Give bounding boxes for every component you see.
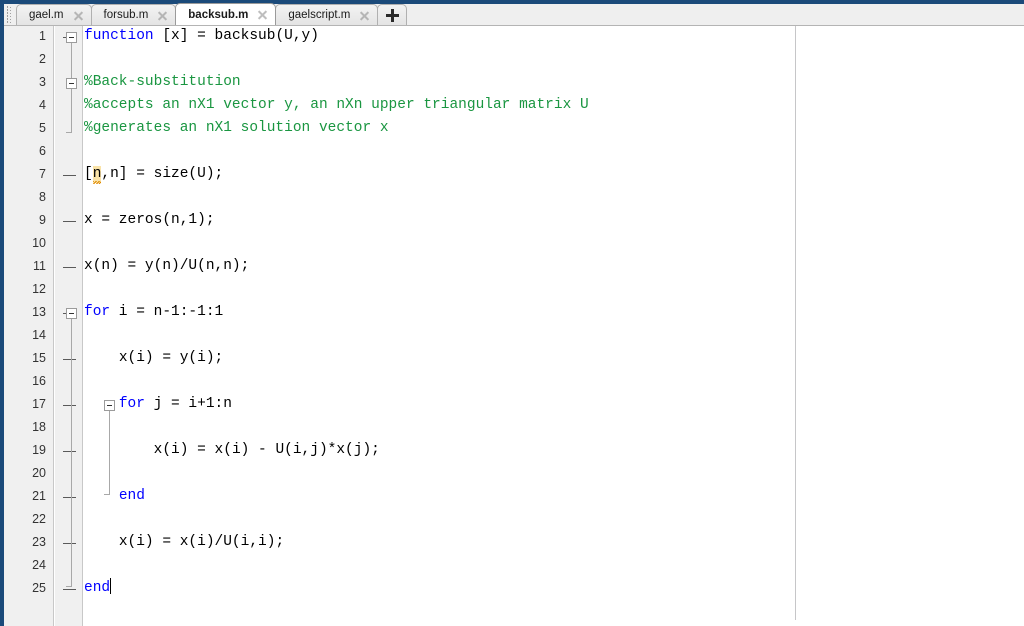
- code-token: i = n-1:-1:1: [110, 304, 224, 320]
- breakpoint-marker[interactable]: —: [63, 577, 76, 600]
- line-number: 10: [32, 236, 46, 250]
- tab-label: forsub.m: [103, 9, 149, 21]
- line-number: 21: [32, 489, 46, 503]
- keyword-token: for: [84, 304, 111, 320]
- line-number: 11: [33, 259, 46, 273]
- line-number: 13: [32, 305, 46, 319]
- code-line[interactable]: %accepts an nX1 vector y, an nXn upper t…: [84, 94, 589, 117]
- breakpoint-marker[interactable]: —: [63, 531, 76, 554]
- line-number: 19: [32, 443, 46, 457]
- breakpoint-marker[interactable]: —: [63, 485, 76, 508]
- close-icon[interactable]: [156, 9, 169, 22]
- code-line[interactable]: %Back-substitution: [84, 71, 241, 94]
- breakpoint-marker[interactable]: —: [63, 209, 76, 232]
- editor-tab-gaelscript-m[interactable]: gaelscript.m: [275, 4, 379, 25]
- code-token: x(i) = y(i);: [118, 350, 224, 366]
- code-line[interactable]: end: [84, 485, 145, 508]
- breakpoint-marker[interactable]: —: [63, 393, 76, 416]
- line-number: 14: [32, 328, 46, 342]
- keyword-token: for: [118, 396, 145, 412]
- line-number: 5: [39, 121, 46, 135]
- line-number: 6: [39, 144, 46, 158]
- code-line[interactable]: for j = i+1:n: [84, 393, 232, 416]
- breakpoint-marker[interactable]: —: [63, 255, 76, 278]
- editor-tab-backsub-m[interactable]: backsub.m: [175, 3, 277, 25]
- keyword-token: end: [84, 580, 111, 596]
- plus-icon: [385, 8, 399, 22]
- code-line[interactable]: end: [84, 577, 112, 600]
- code-line[interactable]: x(i) = x(i) - U(i,j)*x(j);: [84, 439, 380, 462]
- line-number: 2: [39, 52, 46, 66]
- fold-end-comment-block: [66, 132, 72, 133]
- breakpoint-marker[interactable]: —: [63, 439, 76, 462]
- code-text-area[interactable]: function [x] = backsub(U,y) %Back-substit…: [66, 26, 1024, 626]
- code-token: [x] = backsub(U,y): [153, 28, 319, 44]
- code-line[interactable]: for i = n-1:-1:1: [84, 301, 223, 324]
- fold-end-for-outer: [66, 586, 72, 587]
- close-icon[interactable]: [256, 8, 269, 21]
- tab-drag-grip-icon[interactable]: [5, 6, 14, 24]
- fold-toggle-for-outer[interactable]: [66, 308, 77, 319]
- fold-toggle-comment-block[interactable]: [66, 78, 77, 89]
- line-number: 3: [39, 75, 46, 89]
- code-token: ,n] = size(U);: [101, 166, 224, 182]
- fold-guide-for-outer: [71, 319, 72, 587]
- code-line[interactable]: [n,n] = size(U);: [84, 163, 223, 186]
- code-line[interactable]: %generates an nX1 solution vector x: [84, 117, 389, 140]
- line-number: 7: [39, 167, 46, 181]
- matlab-editor-window: gael.m forsub.m backsub.m gaelscript.m 1234…: [0, 0, 1024, 626]
- line-number: 17: [32, 397, 46, 411]
- tab-label: gaelscript.m: [288, 9, 351, 21]
- close-icon[interactable]: [358, 9, 371, 22]
- code-line[interactable]: x(i) = x(i)/U(i,i);: [84, 531, 284, 554]
- editor-tab-bar: gael.m forsub.m backsub.m gaelscript.m: [4, 3, 1024, 26]
- code-token: x(n) = y(n)/U(n,n);: [84, 258, 250, 274]
- line-number: 1: [39, 29, 46, 43]
- line-number: 24: [32, 558, 46, 572]
- line-number: 15: [32, 351, 46, 365]
- line-number: 12: [32, 282, 46, 296]
- warning-token: n: [92, 166, 102, 183]
- code-token: x(i) = x(i)/U(i,i);: [118, 534, 285, 550]
- text-cursor: [110, 578, 112, 594]
- tab-label: gael.m: [29, 9, 64, 21]
- keyword-token: function: [84, 28, 154, 44]
- line-number: 4: [39, 98, 46, 112]
- code-line[interactable]: x(i) = y(i);: [84, 347, 223, 370]
- line-number: 8: [39, 190, 46, 204]
- tab-label: backsub.m: [188, 8, 249, 21]
- editor-tab-forsub-m[interactable]: forsub.m: [90, 4, 177, 25]
- code-line[interactable]: x = zeros(n,1);: [84, 209, 215, 232]
- line-number: 9: [39, 213, 46, 227]
- breakpoint-gutter[interactable]: ———————————: [55, 26, 83, 626]
- line-number: 16: [32, 374, 46, 388]
- code-token: x(i) = x(i) - U(i,j)*x(j);: [153, 442, 380, 458]
- code-editor[interactable]: 1 2 3 4 5 6 7 8 9 10 11 12 13 14 15 16 17 18 19 20 21 22 23 24 2…: [4, 26, 1024, 626]
- line-number: 25: [32, 581, 46, 595]
- breakpoint-marker[interactable]: —: [63, 347, 76, 370]
- code-token: x = zeros(n,1);: [84, 212, 215, 228]
- keyword-token: end: [118, 488, 145, 504]
- line-number: 22: [32, 512, 46, 526]
- code-token: j = i+1:n: [144, 396, 232, 412]
- code-token: [: [84, 166, 93, 182]
- close-icon[interactable]: [72, 9, 85, 22]
- column-limit-guide: [795, 26, 796, 620]
- breakpoint-marker[interactable]: —: [63, 163, 76, 186]
- comment-text: %Back-substitution: [84, 74, 241, 90]
- fold-toggle-function[interactable]: [66, 32, 77, 43]
- line-number-gutter: 1 2 3 4 5 6 7 8 9 10 11 12 13 14 15 16 17 18 19 20 21 22 23 24 2…: [4, 26, 54, 626]
- code-line[interactable]: function [x] = backsub(U,y): [84, 26, 319, 48]
- fold-guide-comment-block: [71, 89, 72, 133]
- line-number: 23: [32, 535, 46, 549]
- code-line[interactable]: x(n) = y(n)/U(n,n);: [84, 255, 249, 278]
- new-tab-button[interactable]: [377, 4, 408, 25]
- editor-tab-gael-m[interactable]: gael.m: [16, 4, 92, 25]
- comment-text: %generates an nX1 solution vector x: [84, 120, 389, 136]
- line-number: 20: [32, 466, 46, 480]
- comment-text: %accepts an nX1 vector y, an nXn upper t…: [84, 97, 589, 113]
- line-number: 18: [32, 420, 46, 434]
